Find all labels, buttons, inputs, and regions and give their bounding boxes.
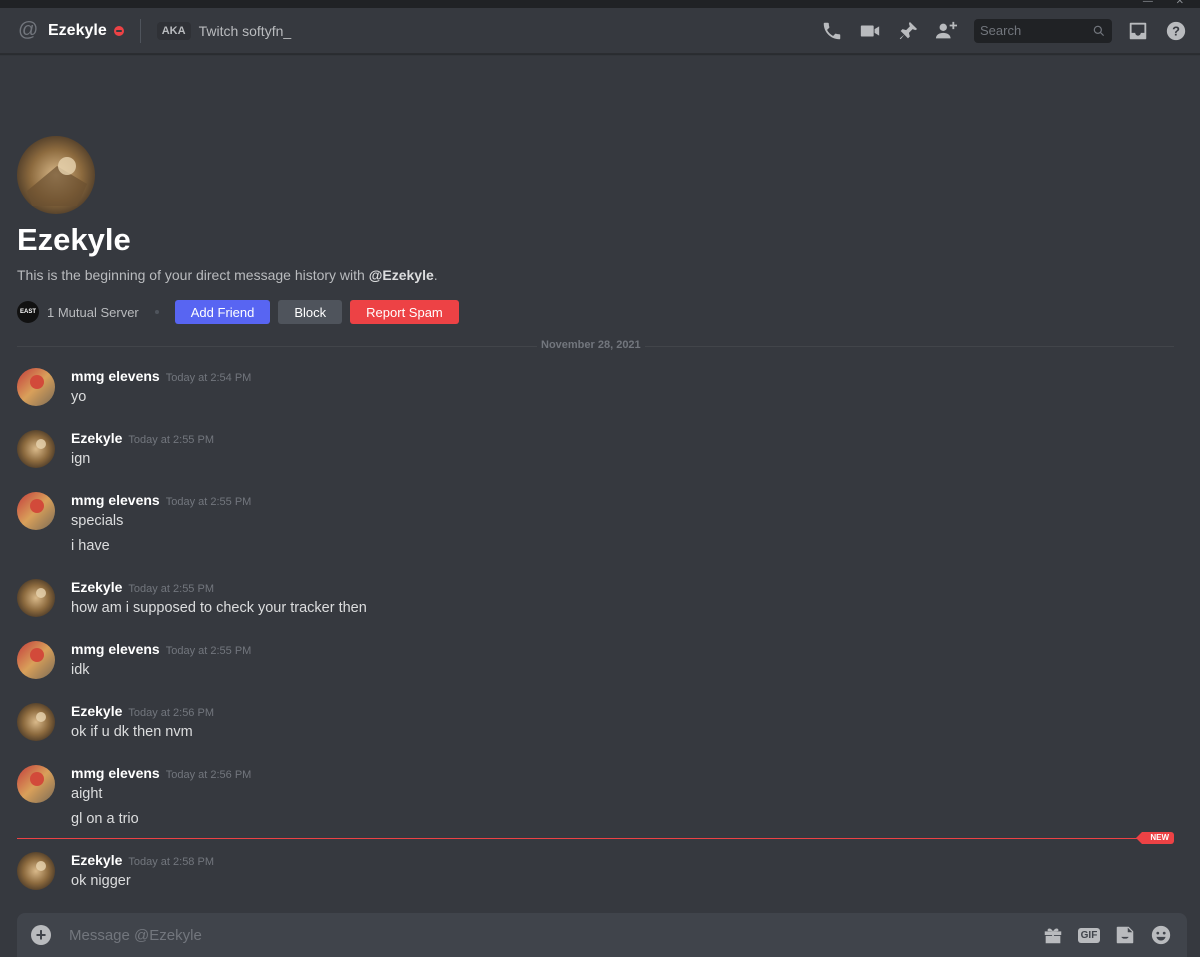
window-controls[interactable]: — ✕ — [1143, 0, 1194, 7]
gif-label: GIF — [1077, 927, 1101, 943]
report-spam-button[interactable]: Report Spam — [350, 300, 459, 324]
mutual-server-icon[interactable]: EAST — [17, 301, 39, 323]
dm-username[interactable]: Ezekyle — [48, 22, 107, 40]
message-author[interactable]: Ezekyle — [71, 852, 122, 868]
message-text: ok nigger — [71, 873, 131, 889]
message-timestamp: Today at 2:55 PM — [165, 496, 252, 508]
message-timestamp: Today at 2:56 PM — [165, 769, 252, 781]
date-divider: November 28, 2021 — [17, 339, 1174, 351]
message-author[interactable]: Ezekyle — [71, 579, 122, 595]
message-timestamp: Today at 2:55 PM — [165, 645, 252, 657]
window-titlebar: — ✕ — [0, 0, 1200, 8]
voice-call-icon[interactable] — [820, 19, 844, 43]
message-author[interactable]: mmg elevens — [71, 641, 160, 657]
message-timestamp: Today at 2:58 PM — [128, 856, 214, 868]
message-text: how am i supposed to check your tracker … — [71, 600, 367, 616]
new-messages-badge[interactable]: NEW — [1136, 832, 1174, 844]
video-call-icon[interactable] — [858, 19, 882, 43]
message-timestamp: Today at 2:56 PM — [128, 707, 214, 719]
sticker-icon[interactable] — [1113, 923, 1137, 947]
intro-actions: EAST 1 Mutual Server Add Friend Block Re… — [17, 300, 467, 324]
svg-text:?: ? — [1172, 23, 1180, 38]
avatar[interactable] — [17, 765, 55, 803]
avatar[interactable] — [17, 579, 55, 617]
intro-username: Ezekyle — [17, 222, 131, 257]
message-author[interactable]: Ezekyle — [71, 703, 122, 719]
mutual-servers-link[interactable]: 1 Mutual Server — [47, 305, 139, 320]
message-author[interactable]: Ezekyle — [71, 430, 122, 446]
message-composer: + GIF — [17, 913, 1187, 957]
message-input[interactable] — [69, 926, 1029, 944]
message-text: aight — [71, 786, 103, 802]
message-text: idk — [71, 662, 90, 678]
avatar[interactable] — [17, 430, 55, 468]
avatar[interactable] — [17, 492, 55, 530]
avatar[interactable] — [17, 852, 55, 890]
message-timestamp: Today at 2:54 PM — [165, 372, 252, 384]
help-icon[interactable]: ? — [1164, 19, 1188, 43]
message-timestamp: Today at 2:55 PM — [128, 434, 214, 446]
avatar[interactable] — [17, 703, 55, 741]
aka-names: Twitch softyfn_ — [198, 22, 292, 39]
message-text: gl on a trio — [71, 811, 139, 827]
message-author[interactable]: mmg elevens — [71, 765, 160, 781]
search-placeholder: Search — [980, 23, 1022, 38]
header-divider — [139, 18, 141, 43]
add-friend-button[interactable]: Add Friend — [174, 300, 271, 324]
intro-desc-suffix: . — [433, 267, 438, 283]
gif-icon[interactable]: GIF — [1077, 923, 1101, 947]
intro-description: This is the beginning of your direct mes… — [17, 267, 438, 283]
date-divider-label: November 28, 2021 — [537, 339, 645, 351]
message-text: ok if u dk then nvm — [71, 724, 193, 740]
pin-icon[interactable] — [896, 19, 920, 43]
channel-header: @ Ezekyle AKA Twitch softyfn_ Search ? — [0, 8, 1200, 54]
at-icon: @ — [18, 19, 39, 41]
intro-desc-user: @Ezekyle — [368, 267, 434, 283]
message-text: yo — [71, 389, 87, 405]
emoji-icon[interactable] — [1149, 923, 1173, 947]
search-input[interactable]: Search — [974, 18, 1112, 43]
message-text: ign — [71, 451, 91, 467]
dm-intro: Ezekyle This is the beginning of your di… — [17, 136, 459, 324]
message-author[interactable]: mmg elevens — [71, 368, 160, 384]
message-text: i have — [71, 538, 110, 554]
search-icon — [1093, 25, 1105, 36]
separator-dot — [154, 310, 159, 314]
gift-icon[interactable] — [1041, 923, 1065, 947]
add-attachment-icon[interactable]: + — [31, 925, 51, 945]
intro-desc-text: This is the beginning of your direct mes… — [17, 267, 369, 283]
message-author[interactable]: mmg elevens — [71, 492, 160, 508]
profile-avatar[interactable] — [17, 136, 95, 214]
dnd-status-icon — [113, 25, 124, 36]
avatar[interactable] — [17, 368, 55, 406]
avatar[interactable] — [17, 641, 55, 679]
message-text: specials — [71, 513, 124, 529]
inbox-icon[interactable] — [1126, 19, 1150, 43]
add-member-icon[interactable] — [934, 19, 958, 43]
new-messages-divider: NEW — [17, 832, 1174, 844]
block-button[interactable]: Block — [278, 300, 343, 324]
aka-badge: AKA — [156, 21, 191, 40]
message-timestamp: Today at 2:55 PM — [128, 583, 214, 595]
